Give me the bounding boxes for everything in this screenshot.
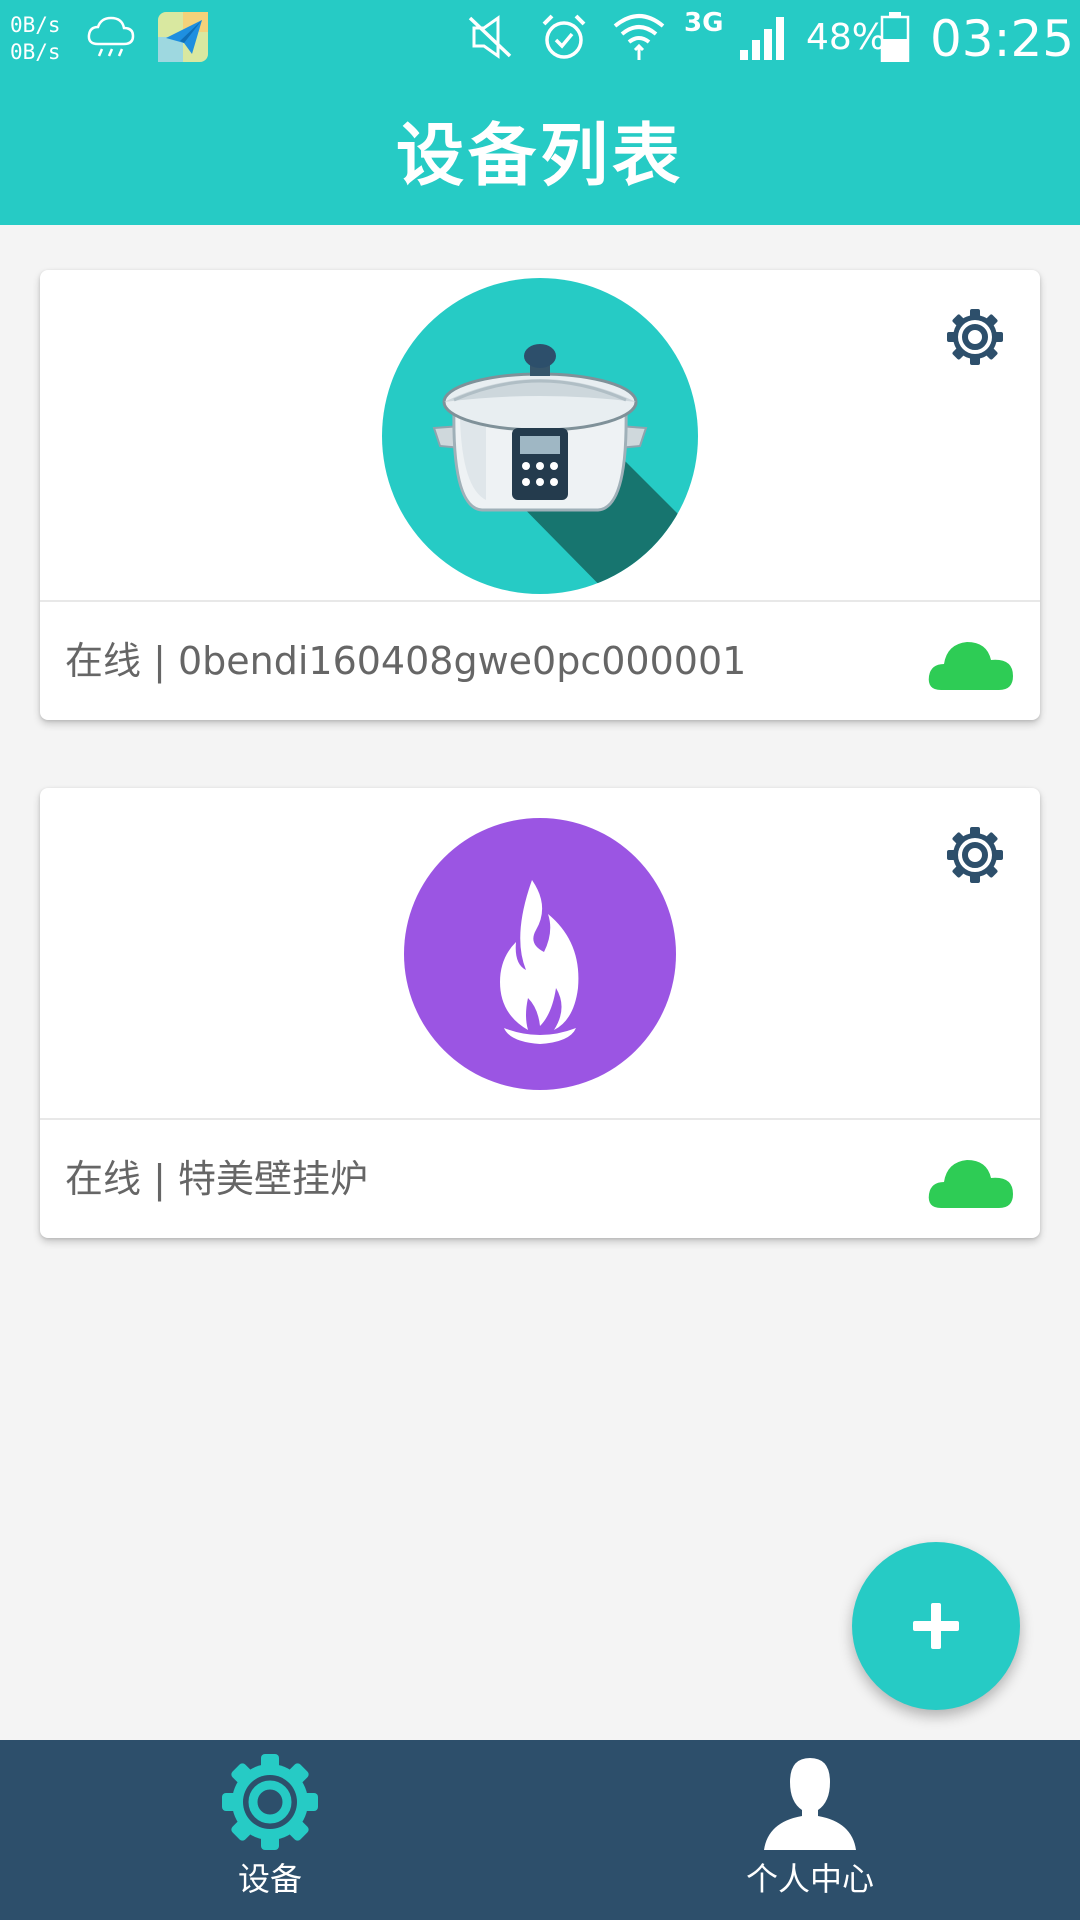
nav-label-profile: 个人中心 [745, 1860, 874, 1898]
network-type: 3G [684, 8, 724, 38]
device-card[interactable]: 在线 | 特美壁挂炉 [40, 788, 1040, 1238]
nav-item-devices[interactable]: 设备 [0, 1740, 540, 1920]
plus-icon [913, 1603, 959, 1649]
net-download-speed: 0B/s [10, 40, 61, 64]
bottom-navigation: 设备 个人中心 [0, 1740, 1080, 1920]
device-card-footer[interactable]: 在线 | 0bendi160408gwe0pc000001 [40, 602, 1040, 720]
device-card-image-area[interactable] [40, 270, 1040, 602]
settings-gear-icon[interactable] [944, 824, 1006, 886]
settings-gear-icon[interactable] [944, 306, 1006, 368]
paper-plane-app-icon [158, 12, 208, 62]
nav-label-devices: 设备 [237, 1860, 302, 1898]
app-bar: 设备列表 [0, 78, 1080, 225]
page-title: 设备列表 [395, 117, 684, 196]
alarm-icon [542, 14, 586, 59]
device-status-text: 在线 | 0bendi160408gwe0pc000001 [65, 639, 747, 683]
wifi-icon [613, 14, 665, 60]
battery-icon [880, 12, 910, 62]
signal-icon [740, 17, 784, 60]
device-card[interactable]: 在线 | 0bendi160408gwe0pc000001 [40, 270, 1040, 720]
person-icon [764, 1758, 856, 1850]
network-speed: 0B/s 0B/s [10, 12, 61, 66]
nav-item-profile[interactable]: 个人中心 [540, 1740, 1080, 1920]
mute-icon [468, 15, 512, 59]
rain-cloud-icon [87, 16, 135, 57]
add-device-button[interactable] [852, 1542, 1020, 1710]
battery-percent: 48% [806, 17, 887, 58]
device-status-text: 在线 | 特美壁挂炉 [65, 1157, 368, 1201]
online-cloud-icon [928, 642, 1013, 690]
online-cloud-icon [928, 1160, 1013, 1208]
status-bar: 0B/s 0B/s 3G 48% 03:25 [0, 0, 1080, 78]
gear-icon [222, 1754, 318, 1850]
device-card-image-area[interactable] [40, 788, 1040, 1120]
slow-cooker-icon [382, 278, 698, 594]
device-card-footer[interactable]: 在线 | 特美壁挂炉 [40, 1120, 1040, 1238]
flame-icon [404, 818, 676, 1090]
clock: 03:25 [930, 10, 1075, 68]
net-upload-speed: 0B/s [10, 13, 61, 37]
